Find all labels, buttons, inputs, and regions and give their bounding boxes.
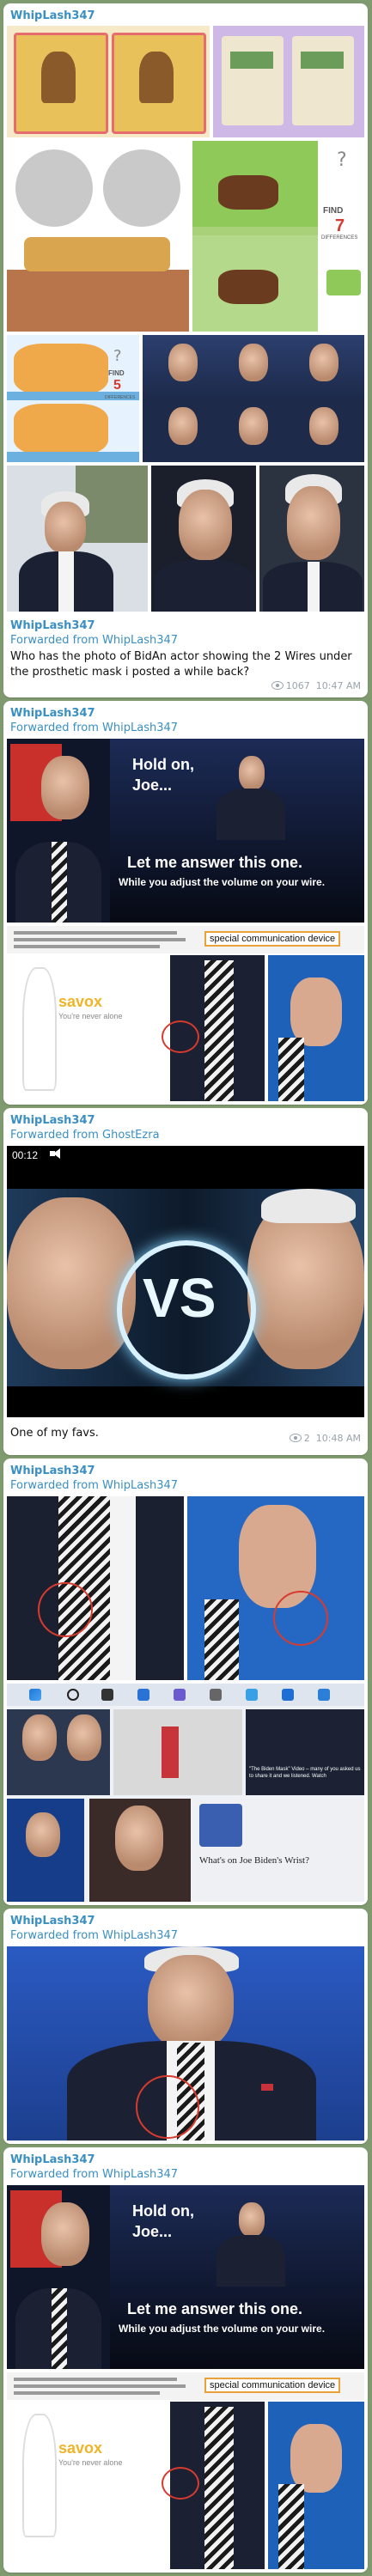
message-card: WhipLash347 Forwarded from WhipLash347 bbox=[3, 1459, 368, 1905]
album-photo[interactable]: ? FIND 7 DIFFERENCES bbox=[321, 141, 364, 332]
album-photo[interactable] bbox=[187, 1496, 364, 1680]
mail-icon[interactable] bbox=[282, 1689, 294, 1701]
count-label: 7 bbox=[335, 216, 345, 235]
special-device-label: special communication device bbox=[204, 2378, 341, 2393]
message-meta: 2 10:48 AM bbox=[289, 1433, 361, 1444]
savox-brand: savox bbox=[58, 2439, 103, 2457]
view-count: 1067 bbox=[285, 680, 310, 691]
message-card: WhipLash347 Forwarded from GhostEzra VS … bbox=[3, 1108, 368, 1455]
taskbar bbox=[7, 1684, 364, 1706]
meme-text-volume: While you adjust the volume on your wire… bbox=[119, 876, 326, 888]
thumb-caption: What's on Joe Biden's Wrist? bbox=[199, 1855, 309, 1866]
highlight-circle bbox=[136, 2075, 199, 2139]
mute-icon[interactable] bbox=[50, 1148, 60, 1159]
forwarded-from[interactable]: Forwarded from WhipLash347 bbox=[10, 2167, 361, 2182]
highlight-circle bbox=[38, 1582, 93, 1637]
forwarded-from[interactable]: Forwarded from WhipLash347 bbox=[10, 1928, 361, 1943]
message-text: Who has the photo of BidAn actor showing… bbox=[10, 650, 352, 679]
message-card: WhipLash347 Forwarded from WhipLash347 H… bbox=[3, 2147, 368, 2573]
savox-tagline: You're never alone bbox=[58, 2458, 123, 2467]
views-icon bbox=[271, 681, 284, 690]
album-photo[interactable] bbox=[7, 1946, 364, 2141]
message-card: WhipLash347 Forwarded from WhipLash347 bbox=[3, 1909, 368, 2144]
photos-icon[interactable] bbox=[246, 1689, 258, 1701]
meme-text-hold: Hold on, bbox=[132, 2202, 194, 2220]
puzzle-badge: ? FIND 5 DIFFERENCES bbox=[105, 347, 136, 400]
album-photo[interactable] bbox=[213, 26, 364, 137]
message-text: One of my favs. bbox=[10, 1427, 99, 1440]
differences-label: DIFFERENCES bbox=[321, 235, 358, 241]
meme-text-joe: Joe... bbox=[132, 776, 173, 794]
highlight-circle bbox=[162, 1020, 199, 1053]
message-card: WhipLash347 ? FIND 7 DIFFERENCES ? FIND … bbox=[3, 3, 368, 697]
message-time: 10:48 AM bbox=[315, 1433, 361, 1444]
message-feed: WhipLash347 ? FIND 7 DIFFERENCES ? FIND … bbox=[0, 0, 372, 2576]
author-name[interactable]: WhipLash347 bbox=[10, 9, 361, 23]
video-duration: 00:12 bbox=[12, 1149, 39, 1161]
meme-text-answer: Let me answer this one. bbox=[127, 2300, 303, 2317]
forwarded-from[interactable]: Forwarded from WhipLash347 bbox=[10, 1478, 361, 1493]
album-photo[interactable] bbox=[151, 466, 256, 612]
highlight-circle bbox=[273, 1591, 328, 1646]
settings-icon[interactable] bbox=[210, 1689, 222, 1701]
album-photo[interactable] bbox=[7, 141, 189, 332]
album-photo[interactable] bbox=[192, 141, 318, 332]
meme-text-answer: Let me answer this one. bbox=[127, 854, 303, 871]
start-icon[interactable] bbox=[29, 1689, 41, 1701]
album-photo[interactable] bbox=[143, 335, 364, 462]
search-icon[interactable] bbox=[67, 1689, 79, 1701]
album-photo[interactable] bbox=[259, 466, 364, 612]
question-icon: ? bbox=[113, 347, 122, 365]
author-name[interactable]: WhipLash347 bbox=[10, 618, 361, 633]
vs-text: VS bbox=[143, 1267, 216, 1329]
savox-photo[interactable]: special communication device savox You'r… bbox=[7, 926, 364, 1101]
author-name[interactable]: WhipLash347 bbox=[10, 2153, 361, 2167]
forwarded-from[interactable]: Forwarded from GhostEzra bbox=[10, 1128, 361, 1142]
meme-text-volume: While you adjust the volume on your wire… bbox=[119, 2323, 326, 2335]
screenshot-photo[interactable]: "The Biden Mask" Video – many of you ask… bbox=[7, 1684, 364, 1902]
teams-icon[interactable] bbox=[174, 1689, 186, 1701]
forwarded-from[interactable]: Forwarded from WhipLash347 bbox=[10, 721, 361, 735]
question-icon: ? bbox=[337, 149, 347, 171]
views-icon bbox=[289, 1434, 302, 1442]
find-label: FIND bbox=[323, 206, 344, 216]
message-meta: 1067 10:47 AM bbox=[271, 680, 361, 691]
widgets-icon[interactable] bbox=[137, 1689, 149, 1701]
message-card: WhipLash347 Forwarded from WhipLash347 H… bbox=[3, 701, 368, 1105]
savox-photo[interactable]: special communication device savox You'r… bbox=[7, 2372, 364, 2569]
video-player[interactable]: VS 00:12 bbox=[7, 1146, 364, 1417]
special-device-label: special communication device bbox=[204, 931, 341, 947]
meme-text-hold: Hold on, bbox=[132, 756, 194, 773]
album-photo[interactable] bbox=[7, 466, 148, 612]
meme-text-joe: Joe... bbox=[132, 2223, 173, 2240]
meme-photo[interactable]: Hold on, Joe... Let me answer this one. … bbox=[7, 2185, 364, 2369]
album-photo[interactable] bbox=[7, 26, 210, 137]
author-name[interactable]: WhipLash347 bbox=[10, 1113, 361, 1128]
message-time: 10:47 AM bbox=[315, 680, 361, 691]
savox-tagline: You're never alone bbox=[58, 1012, 123, 1020]
album-photo[interactable] bbox=[7, 1496, 184, 1680]
taskview-icon[interactable] bbox=[101, 1689, 113, 1701]
author-name[interactable]: WhipLash347 bbox=[10, 1464, 361, 1478]
forwarded-from[interactable]: Forwarded from WhipLash347 bbox=[10, 633, 361, 648]
view-count: 2 bbox=[303, 1433, 310, 1444]
author-name[interactable]: WhipLash347 bbox=[10, 1914, 361, 1928]
thumb-caption: "The Biden Mask" Video – many of you ask… bbox=[249, 1767, 361, 1779]
highlight-circle bbox=[162, 2467, 199, 2500]
meme-photo[interactable]: Hold on, Joe... Let me answer this one. … bbox=[7, 739, 364, 923]
author-name[interactable]: WhipLash347 bbox=[10, 706, 361, 721]
savox-brand: savox bbox=[58, 993, 103, 1010]
store-icon[interactable] bbox=[318, 1689, 330, 1701]
